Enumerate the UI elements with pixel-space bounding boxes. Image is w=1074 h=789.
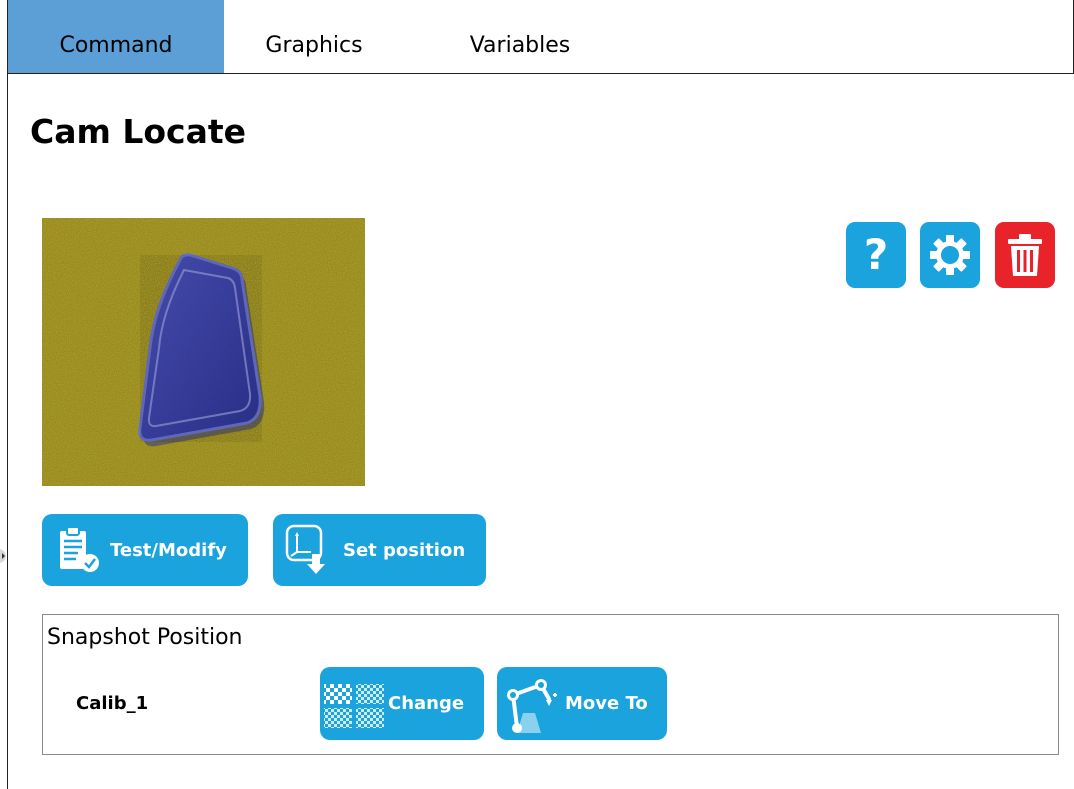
move-to-button[interactable]: Move To [497,667,667,740]
help-button[interactable]: ? [846,222,906,288]
change-button[interactable]: Change [320,667,484,740]
tab-bar: Command Graphics Variables [8,0,1074,74]
checkerboard-icon [322,676,386,732]
delete-button[interactable] [995,222,1055,288]
test-modify-button[interactable]: Test/Modify [42,514,248,586]
robot-arm-icon [501,673,563,735]
clipboard-check-icon [56,525,104,575]
change-label: Change [388,693,465,714]
test-modify-label: Test/Modify [110,539,227,561]
camera-image [42,218,365,486]
tab-graphics[interactable]: Graphics [224,0,404,73]
move-to-label: Move To [565,693,648,714]
page-title: Cam Locate [30,112,247,151]
question-mark-icon: ? [863,230,889,279]
set-position-label: Set position [343,539,466,561]
settings-button[interactable] [920,222,980,288]
set-position-button[interactable]: Set position [273,514,486,586]
tab-command[interactable]: Command [8,0,224,73]
axes-download-icon [285,524,329,576]
trash-icon [1008,234,1042,276]
left-border [7,0,8,789]
snapshot-position-name: Calib_1 [76,693,149,714]
snapshot-title: Snapshot Position [47,625,243,650]
gear-icon [930,235,970,275]
tab-variables[interactable]: Variables [404,0,636,73]
collapse-handle[interactable] [0,547,8,565]
